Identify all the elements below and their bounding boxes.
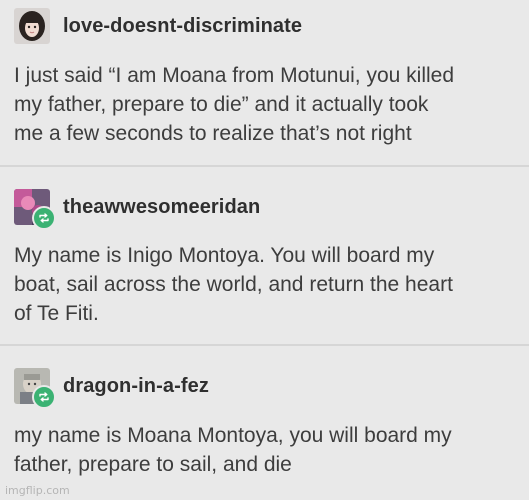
post-text: My name is Inigo Montoya. You will board… — [14, 244, 453, 325]
avatar[interactable] — [14, 8, 50, 44]
post-header: love-doesnt-discriminate — [14, 8, 302, 44]
watermark: imgflip.com — [5, 484, 70, 497]
post-text: my name is Moana Montoya, you will board… — [14, 424, 452, 476]
divider — [0, 165, 529, 167]
post-header: dragon-in-a-fez — [14, 368, 209, 409]
avatar[interactable] — [14, 189, 56, 230]
username[interactable]: dragon-in-a-fez — [63, 375, 209, 398]
post-header: theawwesomeeridan — [14, 189, 260, 230]
user-avatar-icon — [14, 8, 50, 44]
post-text: I just said “I am Moana from Motunui, yo… — [14, 64, 455, 145]
username[interactable]: love-doesnt-discriminate — [63, 15, 302, 38]
divider — [0, 344, 529, 346]
avatar[interactable] — [14, 368, 56, 409]
username[interactable]: theawwesomeeridan — [63, 196, 260, 219]
reblog-icon — [32, 206, 56, 230]
reblog-icon — [32, 385, 56, 409]
